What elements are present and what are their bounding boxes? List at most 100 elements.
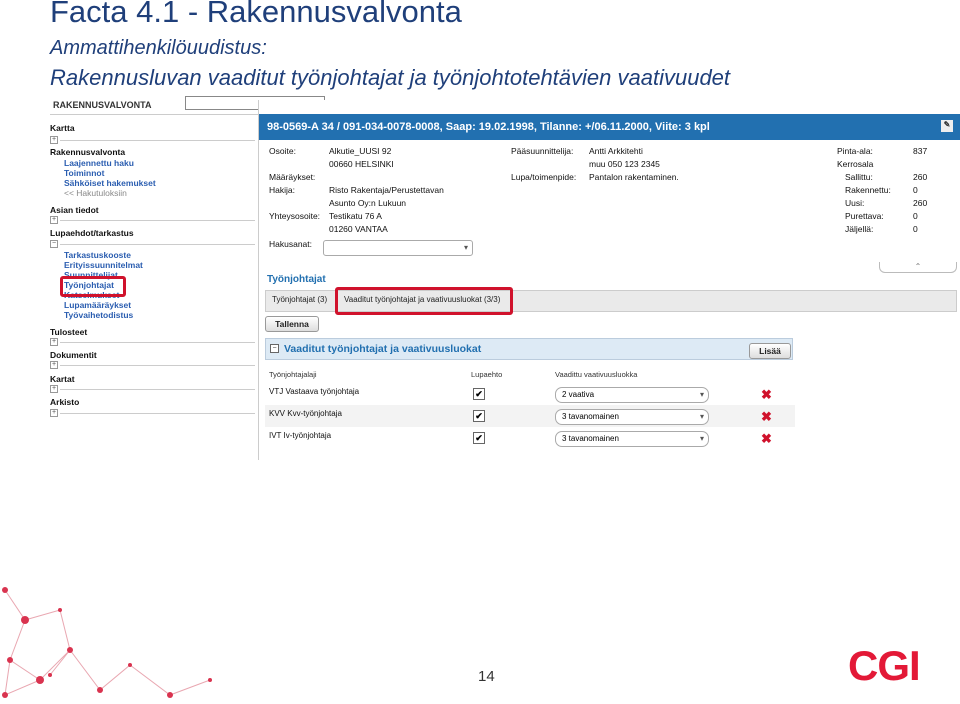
select-value: 3 tavanomainen xyxy=(562,412,619,421)
rakennettu-value: 0 xyxy=(913,185,918,195)
jaljella-label: Jäljellä: xyxy=(845,224,874,234)
divider xyxy=(60,389,255,390)
cgi-logo: CGI xyxy=(848,642,921,689)
slide-title: Facta 4.1 - Rakennusvalvonta xyxy=(50,0,462,29)
expand-icon[interactable]: + xyxy=(50,361,58,369)
add-button[interactable]: Lisää xyxy=(749,343,791,359)
caret-down-icon: ▾ xyxy=(699,390,704,399)
sidebar-link-tarkastuskooste[interactable]: Tarkastuskooste xyxy=(64,250,131,260)
divider xyxy=(60,140,255,141)
sallittu-label: Sallittu: xyxy=(845,172,873,182)
sidebar-link-erityissuunnitelmat[interactable]: Erityissuunnitelmat xyxy=(64,260,143,270)
column-header: Lupaehto xyxy=(471,370,503,379)
app-screenshot: RAKENNUSVALVONTA ⌄ Kartta + Rakennusvalv… xyxy=(50,96,960,460)
expand-icon[interactable]: + xyxy=(50,136,58,144)
row-laji: KVV Kvv-työnjohtaja xyxy=(269,409,342,418)
caret-down-icon: ▾ xyxy=(699,412,704,421)
sidebar-section-asian-tiedot[interactable]: Asian tiedot xyxy=(50,205,99,215)
pinta-ala-label: Pinta-ala: xyxy=(837,146,873,156)
delete-icon[interactable]: ✖ xyxy=(761,432,773,445)
sidebar-section-rakennusvalvonta[interactable]: Rakennusvalvonta xyxy=(50,147,125,157)
divider xyxy=(60,244,255,245)
vaativuusluokka-select[interactable]: 2 vaativa ▾ xyxy=(555,387,709,403)
sidebar-section-dokumentit[interactable]: Dokumentit xyxy=(50,350,97,360)
sidebar: RAKENNUSVALVONTA ⌄ Kartta + Rakennusvalv… xyxy=(50,96,325,460)
sidebar-section-kartta[interactable]: Kartta xyxy=(50,123,75,133)
paasuunnittelija-value-2: muu 050 123 2345 xyxy=(589,159,660,169)
slide-subtitle-1: Ammattihenkilöuudistus: xyxy=(50,37,267,59)
uusi-label: Uusi: xyxy=(845,198,865,208)
sallittu-value: 260 xyxy=(913,172,928,182)
table-row: VTJ Vastaava työnjohtaja ✔ 2 vaativa ▾ ✖ xyxy=(265,383,795,405)
expand-icon[interactable]: + xyxy=(50,409,58,417)
osoite-label: Osoite: xyxy=(269,146,296,156)
divider xyxy=(60,220,255,221)
postal-value: 00660 HELSINKI xyxy=(329,159,394,169)
divider xyxy=(60,365,255,366)
paasuunnittelija-label: Pääsuunnittelija: xyxy=(511,146,574,156)
slide-subtitle-2: Rakennusluvan vaaditut työnjohtajat ja t… xyxy=(50,65,731,90)
collapse-icon[interactable]: − xyxy=(270,344,279,353)
sidebar-section-tulosteet[interactable]: Tulosteet xyxy=(50,327,87,337)
delete-icon[interactable]: ✖ xyxy=(761,388,773,401)
collapse-icon[interactable]: − xyxy=(50,240,58,248)
rakennettu-label: Rakennettu: xyxy=(845,185,891,195)
highlight-box xyxy=(335,287,513,315)
hakusanat-select[interactable]: ▾ xyxy=(323,240,473,256)
column-header: Työnjohtajalaji xyxy=(269,370,317,379)
hakija-value-1: Risto Rakentaja/Perustettavan xyxy=(329,185,444,195)
lupa-value: Pantalon rakentaminen. xyxy=(589,172,679,182)
sidebar-section-arkisto[interactable]: Arkisto xyxy=(50,397,79,407)
vaativuusluokka-select[interactable]: 3 tavanomainen ▾ xyxy=(555,431,709,447)
maaraykset-label: Määräykset: xyxy=(269,172,316,182)
purettava-value: 0 xyxy=(913,211,918,221)
collapse-toggle[interactable]: ⌃ xyxy=(879,262,957,273)
caret-down-icon: ▾ xyxy=(699,434,704,443)
sidebar-link-sahkoiset-hakemukset[interactable]: Sähköiset hakemukset xyxy=(64,178,156,188)
yhteysosoite-label: Yhteysosoite: xyxy=(269,211,321,221)
osoite-value: Alkutie_UUSI 92 xyxy=(329,146,392,156)
divider xyxy=(60,342,255,343)
decorative-network-graphic xyxy=(2,587,212,698)
save-button[interactable]: Tallenna xyxy=(265,316,319,332)
required-section-header: − Vaaditut työnjohtajat ja vaativuusluok… xyxy=(265,338,793,360)
expand-icon[interactable]: + xyxy=(50,216,58,224)
expand-icon[interactable]: + xyxy=(50,338,58,346)
sidebar-link-lupamaaraykset[interactable]: Lupamääräykset xyxy=(64,300,131,310)
page-number: 14 xyxy=(478,668,495,685)
sidebar-section-lupaehdot[interactable]: Lupaehdot/tarkastus xyxy=(50,228,134,238)
purettava-label: Purettava: xyxy=(845,211,884,221)
kerrosala-label: Kerrosala xyxy=(837,159,874,169)
chevron-up-icon: ⌃ xyxy=(914,262,922,271)
required-section-title: Vaaditut työnjohtajat ja vaativuusluokat xyxy=(284,343,482,355)
highlight-box xyxy=(60,276,126,297)
case-header-title: 98-0569-A 34 / 091-034-0078-0008, Saap: … xyxy=(267,121,710,133)
lupaehto-checkbox[interactable]: ✔ xyxy=(473,388,485,400)
uusi-value: 260 xyxy=(913,198,928,208)
sidebar-link-back[interactable]: << Hakutuloksiin xyxy=(64,188,127,198)
jaljella-value: 0 xyxy=(913,224,918,234)
delete-icon[interactable]: ✖ xyxy=(761,410,773,423)
sidebar-link-tyovaihetodistus[interactable]: Työvaihetodistus xyxy=(64,310,133,320)
row-laji: IVT Iv-työnjohtaja xyxy=(269,431,332,440)
table-row: IVT Iv-työnjohtaja ✔ 3 tavanomainen ▾ ✖ xyxy=(265,427,795,449)
sidebar-section-kartat[interactable]: Kartat xyxy=(50,374,75,384)
pinta-ala-value: 837 xyxy=(913,146,928,156)
table-row: KVV Kvv-työnjohtaja ✔ 3 tavanomainen ▾ ✖ xyxy=(265,405,795,427)
hakija-label: Hakija: xyxy=(269,185,295,195)
lupaehto-checkbox[interactable]: ✔ xyxy=(473,410,485,422)
row-laji: VTJ Vastaava työnjohtaja xyxy=(269,387,360,396)
main-panel: 98-0569-A 34 / 091-034-0078-0008, Saap: … xyxy=(258,100,960,460)
vaativuusluokka-select[interactable]: 3 tavanomainen ▾ xyxy=(555,409,709,425)
lupa-label: Lupa/toimenpide: xyxy=(511,172,577,182)
tab-tyonjohtajat[interactable]: Työnjohtajat (3) xyxy=(272,295,327,304)
select-value: 3 tavanomainen xyxy=(562,434,619,443)
select-value: 2 vaativa xyxy=(562,390,595,399)
case-header: 98-0569-A 34 / 091-034-0078-0008, Saap: … xyxy=(259,114,960,140)
note-icon[interactable]: ✎ xyxy=(941,120,953,132)
sidebar-link-toiminnot[interactable]: Toiminnot xyxy=(64,168,104,178)
expand-icon[interactable]: + xyxy=(50,385,58,393)
caret-down-icon: ▾ xyxy=(463,243,468,252)
sidebar-link-laajennettu-haku[interactable]: Laajennettu haku xyxy=(64,158,134,168)
lupaehto-checkbox[interactable]: ✔ xyxy=(473,432,485,444)
